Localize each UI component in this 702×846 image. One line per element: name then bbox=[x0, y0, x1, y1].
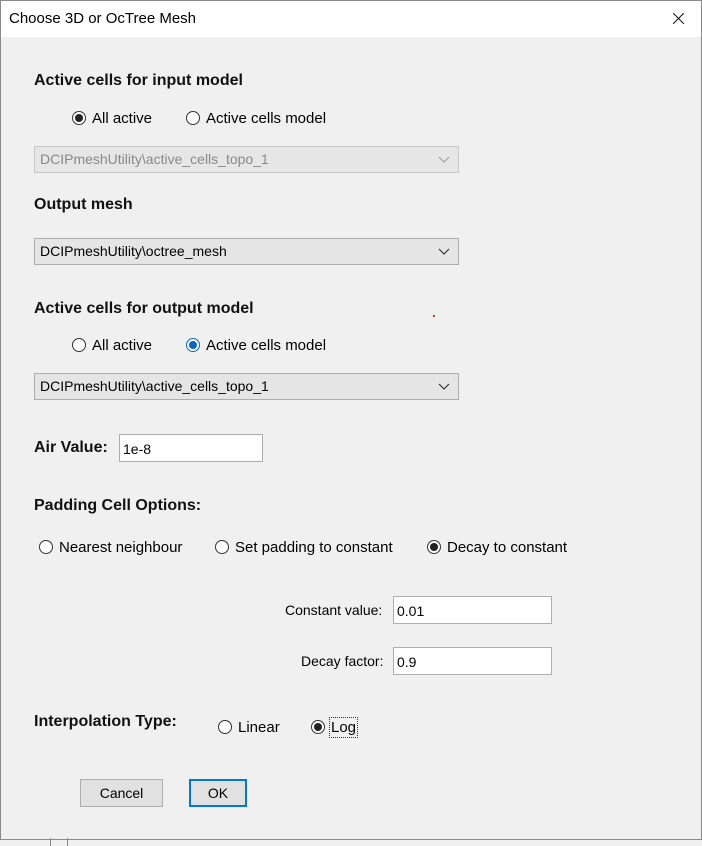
decay-factor-input[interactable]: 0.9 bbox=[393, 647, 552, 675]
dropdown-value: DCIPmeshUtility\active_cells_topo_1 bbox=[40, 378, 269, 394]
radio-unselected-icon bbox=[186, 111, 200, 125]
decay-factor-label: Decay factor: bbox=[301, 653, 384, 669]
input-radio-all-active[interactable]: All active bbox=[72, 108, 152, 128]
cancel-button[interactable]: Cancel bbox=[80, 779, 163, 807]
constant-value-input[interactable]: 0.01 bbox=[393, 596, 552, 624]
output-radio-all-active[interactable]: All active bbox=[72, 335, 152, 355]
air-value-label: Air Value: bbox=[34, 439, 108, 456]
title-bar: Choose 3D or OcTree Mesh bbox=[1, 1, 701, 37]
chevron-down-icon bbox=[438, 153, 450, 165]
chevron-down-icon bbox=[438, 245, 450, 257]
radio-label: Nearest neighbour bbox=[59, 538, 183, 556]
dialog-window: Choose 3D or OcTree Mesh Active cells fo… bbox=[0, 0, 702, 840]
radio-unselected-icon bbox=[39, 540, 53, 554]
input-radio-active-cells-model[interactable]: Active cells model bbox=[186, 108, 326, 128]
close-icon[interactable] bbox=[655, 1, 701, 37]
radio-label: All active bbox=[92, 336, 153, 354]
output-radio-active-cells-model[interactable]: Active cells model bbox=[186, 335, 326, 355]
constant-value-label: Constant value: bbox=[285, 602, 383, 618]
radio-selected-icon bbox=[186, 338, 200, 352]
window-title: Choose 3D or OcTree Mesh bbox=[9, 10, 197, 27]
stray-pixel-mark bbox=[433, 315, 435, 317]
background-window-edge bbox=[50, 838, 68, 846]
dropdown-value: DCIPmeshUtility\active_cells_topo_1 bbox=[40, 151, 269, 167]
radio-label: Linear bbox=[238, 718, 280, 736]
output-mesh-dropdown[interactable]: DCIPmeshUtility\octree_mesh bbox=[34, 238, 459, 265]
padding-radio-nearest-neighbour[interactable]: Nearest neighbour bbox=[39, 537, 182, 557]
radio-selected-icon bbox=[427, 540, 441, 554]
interpolation-type-label: Interpolation Type: bbox=[34, 713, 177, 730]
radio-label: Log bbox=[328, 716, 359, 738]
interpolation-radio-linear[interactable]: Linear bbox=[218, 717, 280, 737]
ok-button[interactable]: OK bbox=[189, 779, 247, 807]
interpolation-radio-log[interactable]: Log bbox=[311, 716, 359, 738]
radio-unselected-icon bbox=[218, 720, 232, 734]
padding-options-heading: Padding Cell Options: bbox=[34, 497, 202, 514]
air-value-input[interactable]: 1e-8 bbox=[119, 434, 263, 462]
padding-radio-decay-to-constant[interactable]: Decay to constant bbox=[427, 537, 567, 557]
radio-selected-icon bbox=[72, 111, 86, 125]
radio-unselected-icon bbox=[72, 338, 86, 352]
padding-radio-set-constant[interactable]: Set padding to constant bbox=[215, 537, 393, 557]
radio-label: Decay to constant bbox=[447, 538, 568, 556]
dropdown-value: DCIPmeshUtility\octree_mesh bbox=[40, 243, 227, 259]
input-active-heading: Active cells for input model bbox=[34, 72, 243, 89]
output-active-heading: Active cells for output model bbox=[34, 300, 254, 317]
radio-selected-icon bbox=[311, 720, 325, 734]
output-mesh-heading: Output mesh bbox=[34, 196, 133, 213]
radio-label: Set padding to constant bbox=[235, 538, 393, 556]
radio-label: Active cells model bbox=[206, 109, 327, 127]
radio-unselected-icon bbox=[215, 540, 229, 554]
input-active-cells-dropdown: DCIPmeshUtility\active_cells_topo_1 bbox=[34, 146, 459, 173]
output-active-cells-dropdown[interactable]: DCIPmeshUtility\active_cells_topo_1 bbox=[34, 373, 459, 400]
chevron-down-icon bbox=[438, 380, 450, 392]
radio-label: All active bbox=[92, 109, 153, 127]
radio-label: Active cells model bbox=[206, 336, 327, 354]
